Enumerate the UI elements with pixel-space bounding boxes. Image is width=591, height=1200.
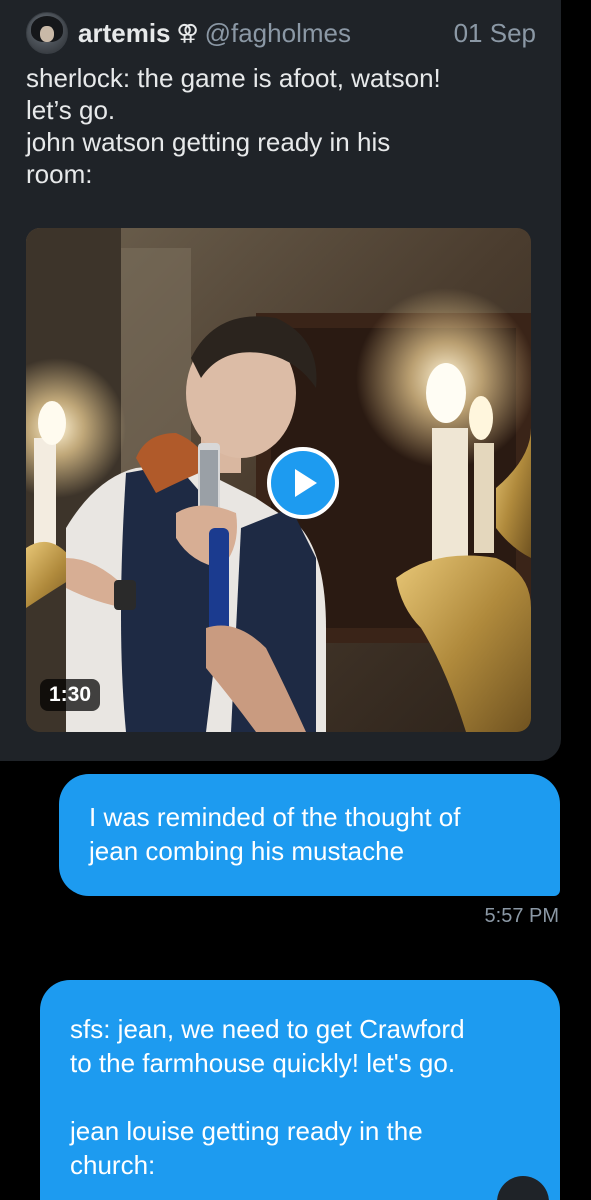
- video-duration: 1:30: [40, 679, 101, 711]
- play-button[interactable]: [267, 447, 339, 519]
- avatar-face: [40, 26, 54, 42]
- lesbian-symbol-icon: ⚢: [176, 20, 199, 45]
- tweet-text: sherlock: the game is afoot, watson! let…: [26, 62, 546, 190]
- dm-conversation: artemis ⚢ @fagholmes 01 Sep sherlock: th…: [0, 0, 591, 1200]
- tweet-text-line: john watson getting ready in his: [26, 127, 391, 157]
- shared-tweet-card[interactable]: artemis ⚢ @fagholmes 01 Sep sherlock: th…: [0, 0, 561, 761]
- tweet-text-line: room:: [26, 159, 93, 189]
- message-line: I was reminded of the thought of: [89, 802, 461, 832]
- sent-message-bubble[interactable]: I was reminded of the thought of jean co…: [59, 774, 560, 896]
- message-line: jean combing his mustache: [89, 836, 405, 866]
- message-line: jean louise getting ready in the: [70, 1116, 423, 1146]
- tweet-text-line: sherlock: the game is afoot, watson!: [26, 63, 441, 93]
- tweet-handle[interactable]: @fagholmes: [205, 18, 351, 49]
- message-line: [70, 1080, 540, 1114]
- avatar[interactable]: [26, 12, 68, 54]
- tweet-video[interactable]: 1:30: [26, 228, 531, 732]
- sent-message-bubble[interactable]: sfs: jean, we need to get Crawford to th…: [40, 980, 560, 1200]
- tweet-text-line: let’s go.: [26, 95, 116, 125]
- tweet-date: 01 Sep: [453, 17, 536, 48]
- message-line: sfs: jean, we need to get Crawford: [70, 1014, 465, 1044]
- tweet-display-name[interactable]: artemis: [78, 18, 171, 49]
- message-line: church:: [70, 1150, 156, 1180]
- play-icon: [295, 469, 317, 497]
- message-line: to the farmhouse quickly! let's go.: [70, 1048, 456, 1078]
- message-timestamp: 5:57 PM: [484, 905, 559, 927]
- tweet-header: artemis ⚢ @fagholmes 01 Sep: [26, 10, 536, 56]
